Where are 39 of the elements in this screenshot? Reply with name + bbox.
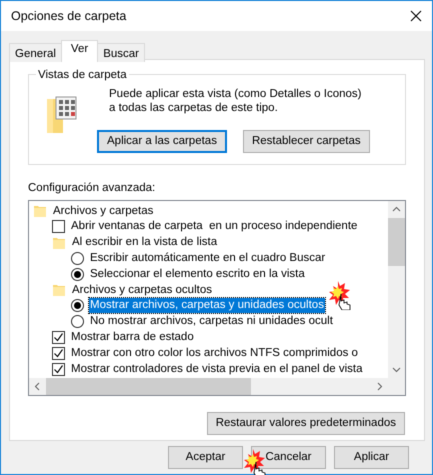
checkbox[interactable] [52,362,65,376]
checkbox[interactable] [52,331,65,344]
tree-item[interactable]: Mostrar archivos, carpetas y unidades ocultos [89,298,325,314]
restore-defaults-button[interactable]: Restaurar valores predeterminados [206,412,405,436]
tree-item[interactable]: Al escribir en la vista de lista [71,235,218,250]
radio-button[interactable] [71,299,84,312]
checkbox[interactable] [52,346,65,360]
tab[interactable]: Buscar [97,43,145,62]
tree-item[interactable]: Abrir ventanas de carpeta en un proceso independiente [70,219,358,234]
description-text: Puede aplicar esta vista (como Detalles o Iconos) a todas las carpetas de este tipo. [109,87,362,115]
tree-item[interactable]: Mostrar con otro color los archivos NTFS comprimidos o [70,346,359,361]
cancel-button[interactable]: Cancelar [251,446,326,469]
window-title: Opciones de carpeta [11,8,126,25]
tree-item[interactable]: Seleccionar el elemento escrito en la vista [89,266,306,282]
horizontal-scrollbar[interactable] [29,378,405,396]
tree-item[interactable]: No mostrar archivos, carpetas ni unidades ocult [89,314,334,330]
tab[interactable]: Ver [60,40,98,62]
radio-button[interactable] [71,315,84,328]
vertical-scrollbar[interactable] [388,201,405,378]
checkbox[interactable] [52,220,65,234]
radio-button[interactable] [71,268,84,281]
tab[interactable]: General [9,43,62,62]
close-icon[interactable] [410,10,422,22]
scroll-thumb[interactable] [46,378,251,396]
tree-item[interactable]: Archivos y carpetas ocultos [71,282,213,298]
section-label: Configuración avanzada: [28,181,156,196]
radio-button[interactable] [71,252,84,266]
apply-button[interactable]: Aplicar [334,446,409,469]
ok-button[interactable]: Aceptar [168,446,243,469]
folder-icon [52,236,66,250]
apply-button[interactable]: Aplicar a las carpetas [97,130,227,153]
folder-icon [33,204,47,218]
reset-button[interactable]: Restablecer carpetas [242,130,370,153]
tree-item[interactable]: Mostrar barra de estado [70,330,195,346]
folder-icon [52,283,66,298]
tree-item[interactable]: Escribir automáticamente en el cuadro Buscar [89,251,326,266]
tree-item[interactable]: Archivos y carpetas [52,204,154,219]
tree-item[interactable]: Mostrar controladores de vista previa en el panel de vista [70,362,364,377]
scroll-thumb[interactable] [388,218,405,266]
